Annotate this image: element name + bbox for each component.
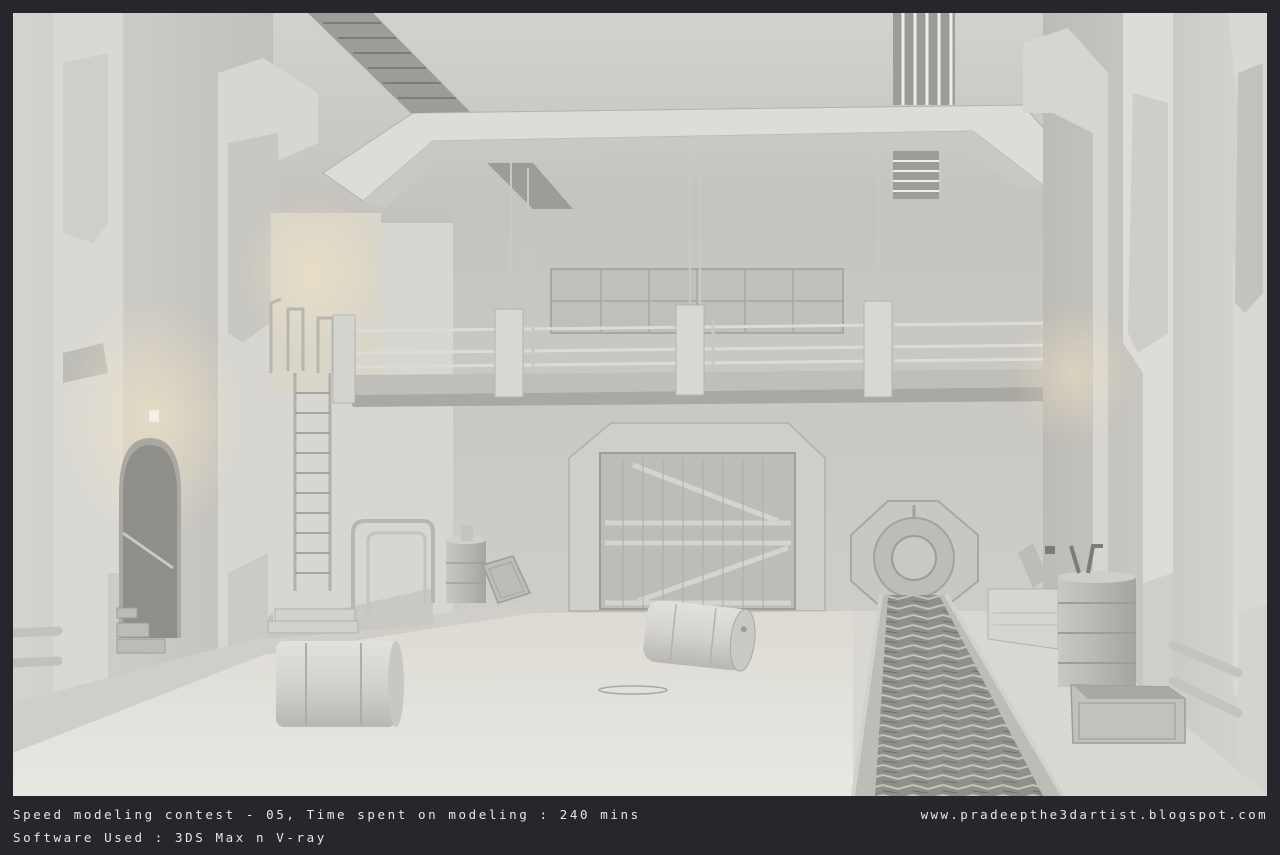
wall-light xyxy=(149,410,159,422)
garage-door xyxy=(599,452,796,610)
caption-software-info: Software Used : 3DS Max n V-ray xyxy=(13,830,327,845)
caption-contest-info: Speed modeling contest - 05, Time spent … xyxy=(13,807,641,822)
render-image xyxy=(13,13,1267,796)
barrel-lying-middle xyxy=(643,600,756,672)
image-frame: Speed modeling contest - 05, Time spent … xyxy=(0,0,1280,855)
caption-website: www.pradeepthe3dartist.blogspot.com xyxy=(920,807,1268,822)
right-platform xyxy=(987,588,1059,650)
barrel-lying-front xyxy=(276,641,404,727)
open-crate xyxy=(1070,684,1186,744)
hangar-scene xyxy=(13,13,1267,796)
